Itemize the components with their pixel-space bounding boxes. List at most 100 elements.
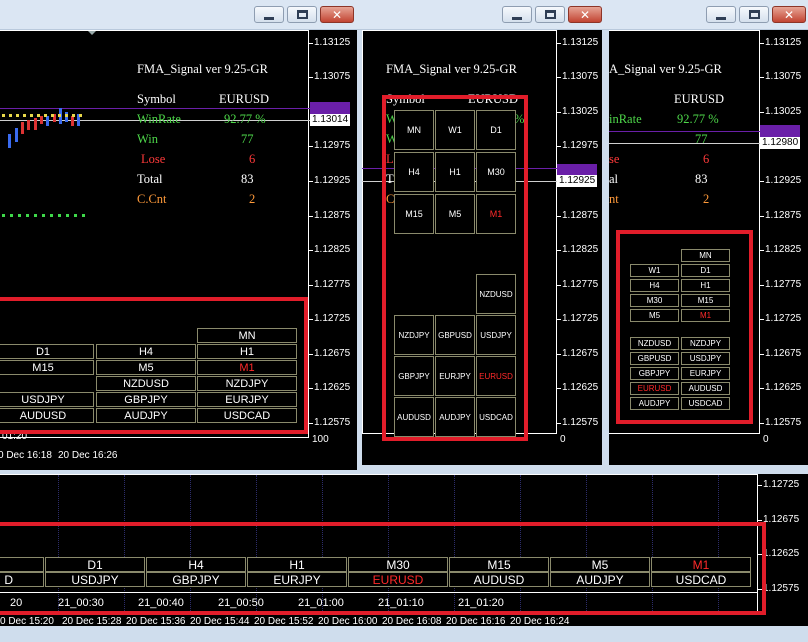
price-label: 1.12675 bbox=[763, 514, 800, 525]
time-axis-label: 20 Dec 15:28 bbox=[62, 616, 122, 627]
maximize-icon bbox=[296, 10, 308, 19]
price-label: 1.13075 bbox=[765, 71, 802, 82]
ccnt-value: 2 bbox=[249, 192, 256, 206]
price-label: 1.12775 bbox=[314, 279, 351, 290]
total-label: al bbox=[609, 172, 619, 186]
price-label: 1.12775 bbox=[562, 279, 599, 290]
minimize-icon bbox=[264, 16, 274, 20]
minimize-icon bbox=[512, 16, 522, 20]
price-label: 1.12575 bbox=[314, 417, 351, 428]
win-value: 77 bbox=[241, 132, 254, 146]
purple-price-tag bbox=[760, 125, 800, 137]
scale-label: 100 bbox=[312, 434, 329, 445]
price-label: 1.12725 bbox=[314, 313, 351, 324]
symbol-value: EURUSD bbox=[674, 92, 725, 106]
scale-label: 0 bbox=[763, 434, 769, 445]
lose-label: Lose bbox=[141, 152, 166, 166]
right-highlight-box bbox=[616, 230, 753, 424]
price-label: 1.13125 bbox=[765, 37, 802, 48]
ccnt-label: C.Cnt bbox=[137, 192, 167, 206]
time-axis-label: 20 Dec 16:26 bbox=[58, 450, 118, 461]
time-axis-label: 20 Dec 16:00 bbox=[318, 616, 378, 627]
winrate-value: 92.77 % bbox=[677, 112, 719, 126]
price-label: 1.12975 bbox=[314, 140, 351, 151]
price-label: 1.13025 bbox=[765, 106, 802, 117]
price-label: 1.13125 bbox=[562, 37, 599, 48]
bid-price-tag: 1.12980 bbox=[760, 137, 801, 149]
indicator-title: FMA_Signal ver 9.25-GR bbox=[386, 62, 517, 76]
middle-close-button[interactable]: ✕ bbox=[568, 6, 602, 23]
right-minimize-button[interactable] bbox=[706, 6, 736, 23]
maximize-icon bbox=[748, 10, 760, 19]
price-label: 1.12675 bbox=[562, 348, 599, 359]
middle-highlight-box bbox=[382, 95, 528, 441]
bid-price-tag: 1.12925 bbox=[557, 175, 598, 187]
ccnt-value: 2 bbox=[703, 192, 710, 206]
price-label: 1.12825 bbox=[314, 244, 351, 255]
winrate-label: WinRate bbox=[137, 112, 181, 126]
left-maximize-button[interactable] bbox=[287, 6, 317, 23]
total-label: Total bbox=[137, 172, 163, 186]
time-axis-label: 20 Dec 16:24 bbox=[510, 616, 570, 627]
price-label: 1.12625 bbox=[314, 382, 351, 393]
close-icon: ✕ bbox=[783, 7, 795, 22]
price-label: 1.12725 bbox=[562, 313, 599, 324]
price-label: 1.13125 bbox=[314, 37, 351, 48]
price-label: 1.12675 bbox=[314, 348, 351, 359]
time-axis-label: 20 Dec 16:08 bbox=[382, 616, 442, 627]
ccnt-label: nt bbox=[609, 192, 619, 206]
price-label: 1.12925 bbox=[765, 175, 802, 186]
maximize-icon bbox=[544, 10, 556, 19]
bid-line bbox=[609, 143, 760, 144]
right-maximize-button[interactable] bbox=[739, 6, 769, 23]
left-highlight-box bbox=[0, 297, 308, 434]
price-label: 1.12725 bbox=[763, 479, 800, 490]
price-label: 1.13025 bbox=[562, 106, 599, 117]
total-value: 83 bbox=[241, 172, 254, 186]
left-minimize-button[interactable] bbox=[254, 6, 284, 23]
price-label: 1.12825 bbox=[765, 244, 802, 255]
price-label: 1.12875 bbox=[562, 210, 599, 221]
price-label: 1.12725 bbox=[765, 313, 802, 324]
winrate-value: 92.77 % bbox=[224, 112, 266, 126]
price-label: 1.12875 bbox=[765, 210, 802, 221]
price-label: 1.12875 bbox=[314, 210, 351, 221]
total-value: 83 bbox=[695, 172, 708, 186]
time-axis-label: 20 Dec 16:16 bbox=[446, 616, 506, 627]
chevron-down-icon bbox=[88, 31, 96, 35]
price-label: 1.12625 bbox=[765, 382, 802, 393]
price-label: 1.12925 bbox=[314, 175, 351, 186]
scale-label: 0 bbox=[560, 434, 566, 445]
time-axis-label: 0 Dec 15:20 bbox=[0, 616, 54, 627]
purple-price-tag bbox=[310, 102, 350, 114]
price-label: 1.13075 bbox=[314, 71, 351, 82]
price-label: 1.12975 bbox=[562, 140, 599, 151]
lose-value: 6 bbox=[249, 152, 256, 166]
lose-value: 6 bbox=[703, 152, 710, 166]
bid-price-tag: 1.13014 bbox=[310, 114, 351, 126]
time-axis-label: 20 Dec 15:44 bbox=[190, 616, 250, 627]
bottom-highlight-box bbox=[0, 522, 766, 615]
win-label: Win bbox=[137, 132, 159, 146]
lose-label: se bbox=[609, 152, 620, 166]
purple-level-line bbox=[609, 131, 760, 132]
right-close-button[interactable]: ✕ bbox=[772, 6, 806, 23]
price-label: 1.12575 bbox=[765, 417, 802, 428]
price-label: 1.12625 bbox=[562, 382, 599, 393]
price-label: 1.13075 bbox=[562, 71, 599, 82]
minimize-icon bbox=[716, 16, 726, 20]
close-icon: ✕ bbox=[331, 7, 343, 22]
price-label: 1.12625 bbox=[763, 548, 800, 559]
price-label: 1.12775 bbox=[765, 279, 802, 290]
winrate-label: inRate bbox=[609, 112, 642, 126]
left-close-button[interactable]: ✕ bbox=[320, 6, 354, 23]
middle-minimize-button[interactable] bbox=[502, 6, 532, 23]
time-axis-label: 20 Dec 15:36 bbox=[126, 616, 186, 627]
price-label: 1.12575 bbox=[562, 417, 599, 428]
indicator-title: FMA_Signal ver 9.25-GR bbox=[137, 62, 268, 76]
purple-level-line bbox=[0, 108, 310, 109]
middle-maximize-button[interactable] bbox=[535, 6, 565, 23]
symbol-value: EURUSD bbox=[219, 92, 270, 106]
price-label: 1.12675 bbox=[765, 348, 802, 359]
close-icon: ✕ bbox=[579, 7, 591, 22]
